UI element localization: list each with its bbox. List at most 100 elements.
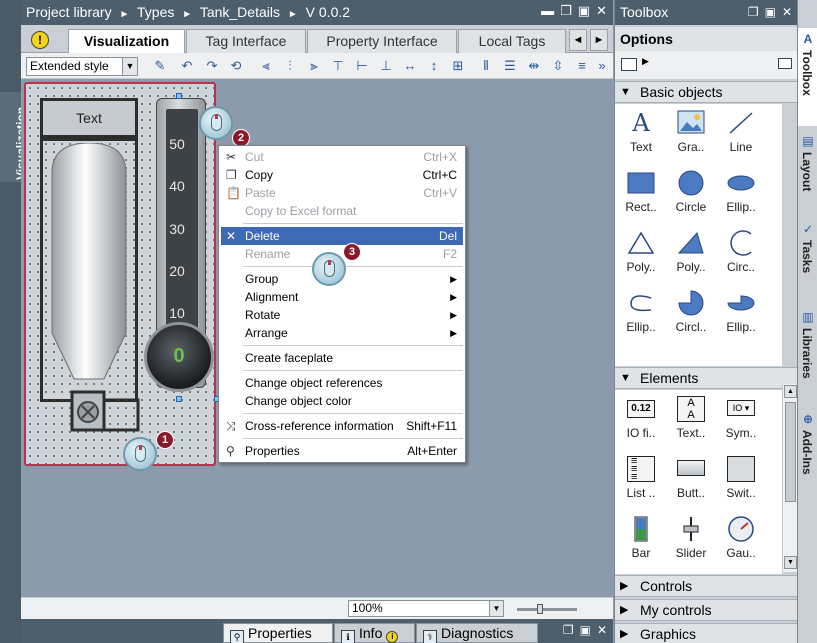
tab-diagnostics[interactable]: ⚕ Diagnostics	[416, 623, 538, 643]
section-elements[interactable]: ▼ Elements	[615, 367, 798, 389]
tab-visualization[interactable]: Visualization	[68, 29, 185, 54]
view-dropdown-icon[interactable]: ▶	[642, 56, 649, 67]
palette-ellipse-segment[interactable]: Ellip..	[715, 284, 767, 340]
distribute-horizontal-icon[interactable]: ⦀	[477, 57, 495, 75]
tab-libraries[interactable]: ▥ Libraries	[798, 306, 817, 402]
close-icon[interactable]: ✕	[596, 3, 607, 19]
menu-item-copy-to-excel[interactable]: Copy to Excel format	[221, 202, 463, 220]
zoom-slider[interactable]	[517, 604, 577, 614]
close-icon[interactable]: ✕	[597, 623, 607, 637]
distribute-vertical-icon[interactable]: ☰	[501, 57, 519, 75]
maximize-icon[interactable]: ▣	[765, 0, 776, 24]
palette-switch[interactable]: Swit..	[715, 450, 767, 506]
palette-button[interactable]: Butt..	[665, 450, 717, 506]
palette-circular-arc[interactable]: Circ..	[715, 224, 767, 280]
palette-ellipse-arc[interactable]: Ellip..	[615, 284, 667, 340]
palette-polygon[interactable]: Poly..	[665, 224, 717, 280]
flip-icon[interactable]: ⟲	[227, 57, 245, 75]
same-width-icon[interactable]: ↔	[401, 57, 419, 75]
menu-item-paste[interactable]: 📋 Paste Ctrl+V	[221, 184, 463, 202]
tab-add-ins[interactable]: ⊕ Add-Ins	[798, 408, 817, 494]
palette-text-list[interactable]: AA Text..	[665, 390, 717, 446]
stack-icon[interactable]: ≡	[573, 57, 591, 75]
chevron-down-icon[interactable]: ▼	[489, 601, 503, 616]
close-icon[interactable]: ✕	[782, 0, 792, 24]
palette-graphic-view[interactable]: Gra..	[665, 104, 717, 160]
list-view-icon[interactable]	[621, 58, 637, 71]
zoom-slider-handle[interactable]	[537, 604, 543, 614]
float-window-icon[interactable]: ❐	[748, 0, 759, 24]
palette-line[interactable]: Line	[715, 104, 767, 160]
palette-bar[interactable]: Bar	[615, 510, 667, 566]
breadcrumb-item[interactable]: Project library	[26, 4, 112, 20]
align-left-icon[interactable]: ⫷	[257, 57, 275, 75]
selection-handle[interactable]	[176, 396, 182, 402]
menu-item-copy[interactable]: ❐ Copy Ctrl+C	[221, 166, 463, 184]
menu-item-alignment[interactable]: Alignment ▶	[221, 288, 463, 306]
palette-ellipse[interactable]: Ellip..	[715, 164, 767, 220]
chevron-down-icon[interactable]: ▼	[122, 58, 137, 75]
rotate-left-icon[interactable]: ↶	[178, 57, 196, 75]
align-center-icon[interactable]: ⫶	[281, 57, 299, 75]
zoom-select[interactable]: 100% ▼	[348, 600, 504, 617]
align-top-icon[interactable]: ⊤	[329, 57, 347, 75]
palette-text[interactable]: A Text	[615, 104, 667, 160]
tab-property-interface[interactable]: Property Interface	[307, 29, 457, 53]
gauge-display[interactable]: 0	[144, 322, 214, 392]
toolbar-overflow-icon[interactable]: »	[593, 57, 611, 75]
menu-item-change-object-references[interactable]: Change object references	[221, 374, 463, 392]
tab-tag-interface[interactable]: Tag Interface	[186, 29, 306, 53]
breadcrumb-item[interactable]: V 0.0.2	[306, 4, 350, 20]
palette-rectangle[interactable]: Rect..	[615, 164, 667, 220]
palette-circle-segment[interactable]: Circl..	[665, 284, 717, 340]
same-height-icon[interactable]: ↕	[425, 57, 443, 75]
scrollbar-thumb[interactable]	[785, 402, 796, 502]
style-select[interactable]: Extended style ▼	[26, 57, 138, 76]
breadcrumb-item[interactable]: Types	[137, 4, 174, 20]
palette-symbolic-io[interactable]: IO ▾ Sym..	[715, 390, 767, 446]
menu-item-change-object-color[interactable]: Change object color	[221, 392, 463, 410]
tank-graphic[interactable]	[48, 143, 130, 383]
tab-local-tags[interactable]: Local Tags	[458, 29, 566, 53]
tab-toolbox[interactable]: A Toolbox	[798, 28, 817, 126]
section-controls[interactable]: ▶ Controls	[615, 575, 798, 597]
faceplate-group[interactable]: Text 50 40 30 20 10 0	[24, 82, 220, 466]
maximize-icon[interactable]: ▣	[578, 3, 590, 19]
minimize-icon[interactable]: ▬	[541, 3, 554, 19]
rotate-right-icon[interactable]: ↷	[203, 57, 221, 75]
tab-properties[interactable]: ⚲ Properties	[223, 623, 333, 643]
menu-item-create-faceplate[interactable]: Create faceplate	[221, 349, 463, 367]
same-size-icon[interactable]: ⊞	[449, 57, 467, 75]
align-right-icon[interactable]: ⫸	[305, 57, 323, 75]
menu-item-rotate[interactable]: Rotate ▶	[221, 306, 463, 324]
align-middle-icon[interactable]: ⊢	[353, 57, 371, 75]
tab-tasks[interactable]: ✓ Tasks	[798, 218, 817, 302]
tab-scroll-right-icon[interactable]: ►	[590, 29, 608, 51]
palette-list-box[interactable]: ≡ ≡ ≡ List ..	[615, 450, 667, 506]
palette-io-field[interactable]: 0.12 IO fi..	[615, 390, 667, 446]
align-bottom-icon[interactable]: ⊥	[377, 57, 395, 75]
toolbox-scrollbar[interactable]: ▲ ▼	[782, 384, 798, 572]
palette-slider[interactable]: Slider	[665, 510, 717, 566]
breadcrumb-item[interactable]: Tank_Details	[200, 4, 280, 20]
palette-polyline[interactable]: Poly..	[615, 224, 667, 280]
text-field[interactable]: Text	[40, 98, 138, 138]
space-vertical-icon[interactable]: ⇳	[549, 57, 567, 75]
menu-item-cut[interactable]: ✂ Cut Ctrl+X	[221, 148, 463, 166]
section-my-controls[interactable]: ▶ My controls	[615, 599, 798, 621]
visualization-side-tab[interactable]: Visualization	[0, 92, 28, 182]
valve-graphic[interactable]	[70, 390, 142, 432]
menu-item-properties[interactable]: ⚲ Properties Alt+Enter	[221, 442, 463, 460]
panel-icon[interactable]	[778, 58, 792, 69]
maximize-icon[interactable]: ▣	[580, 623, 591, 637]
menu-item-arrange[interactable]: Arrange ▶	[221, 324, 463, 342]
float-window-icon[interactable]: ❐	[560, 3, 572, 19]
palette-gauge[interactable]: Gau..	[715, 510, 767, 566]
scroll-down-icon[interactable]: ▼	[784, 556, 797, 569]
tab-scroll-left-icon[interactable]: ◄	[569, 29, 587, 51]
scroll-up-icon[interactable]: ▲	[784, 385, 797, 398]
format-painter-icon[interactable]: ✎	[151, 57, 169, 75]
tab-layout[interactable]: ▤ Layout	[798, 130, 817, 214]
section-graphics[interactable]: ▶ Graphics	[615, 623, 798, 643]
float-window-icon[interactable]: ❐	[563, 623, 574, 637]
